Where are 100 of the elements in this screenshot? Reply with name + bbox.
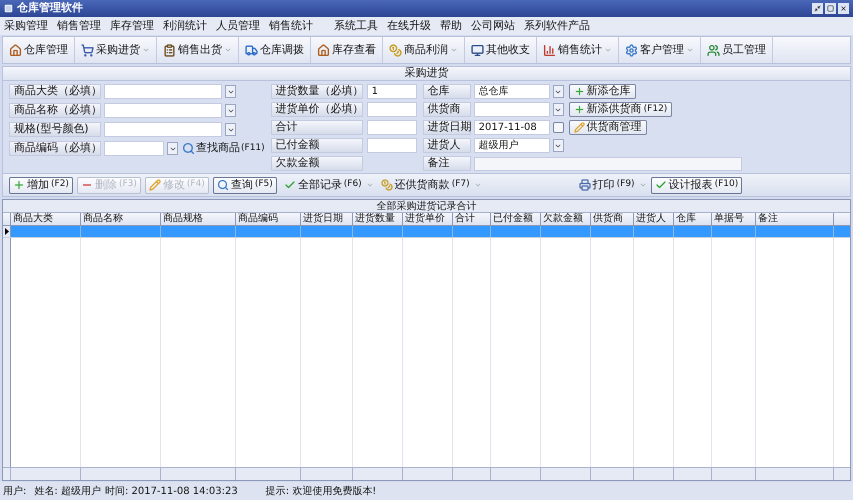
dropdown-caret-icon[interactable]: [450, 46, 458, 54]
text-field[interactable]: [366, 138, 417, 153]
minimize-button[interactable]: [812, 3, 823, 14]
toolbar-button[interactable]: 仓库管理: [9, 39, 68, 61]
field-label: 供货商: [422, 102, 471, 117]
dropdown-caret-icon[interactable]: [686, 46, 694, 54]
status-time: 时间: 2017-11-08 14:03:23: [104, 484, 238, 498]
action-button[interactable]: 全部记录 (F6): [280, 176, 365, 194]
spin-button[interactable]: [225, 104, 236, 117]
toolbar-button[interactable]: 库存查看: [317, 39, 376, 61]
column-header[interactable]: 进货日期: [301, 213, 353, 225]
dropdown-caret-icon[interactable]: [366, 181, 374, 189]
menu-item[interactable]: 帮助: [440, 18, 462, 34]
toolbar-button[interactable]: 员工管理: [707, 39, 766, 61]
field-label: 商品大类（必填）: [9, 84, 101, 99]
toolbar-button[interactable]: 商品利润: [389, 39, 448, 61]
text-field[interactable]: [104, 103, 222, 118]
menu-item[interactable]: 利润统计: [163, 18, 207, 34]
close-icon: [840, 5, 847, 12]
spin-button[interactable]: [167, 142, 178, 155]
action-button[interactable]: 查询 (F5): [212, 176, 277, 194]
side-button[interactable]: 新添供货商 (F12): [568, 102, 672, 117]
remark-field[interactable]: [474, 156, 742, 170]
text-field[interactable]: 超级用户: [474, 138, 550, 153]
dropdown-caret-icon[interactable]: [604, 46, 612, 54]
close-button[interactable]: [838, 3, 849, 14]
bar-chart-icon: [543, 44, 556, 56]
pencil-icon: [148, 179, 161, 191]
menu-item[interactable]: 系列软件产品: [524, 18, 590, 34]
text-field[interactable]: [104, 122, 222, 137]
monitor-icon: [471, 44, 484, 56]
toolbar-button[interactable]: 销售出货: [163, 39, 222, 61]
coins-icon: [389, 44, 402, 56]
action-button[interactable]: 还供货商款 (F7): [378, 176, 473, 194]
action-button[interactable]: 增加 (F2): [9, 176, 73, 194]
column-header[interactable]: 欠款金额: [541, 213, 591, 225]
printer-icon: [578, 179, 591, 191]
menu-item[interactable]: 在线升级: [387, 18, 431, 34]
field-label: 进货单价（必填）: [270, 102, 363, 117]
action-button[interactable]: 打印 (F9): [576, 176, 638, 194]
field-label: 商品编码（必填）: [9, 141, 101, 156]
toolbar-button[interactable]: 其他收支: [471, 39, 530, 61]
menu-item[interactable]: 系统工具: [334, 18, 378, 34]
text-field[interactable]: [366, 102, 417, 117]
dropdown-button[interactable]: [552, 85, 564, 98]
field-label: 仓库: [422, 84, 471, 99]
truck-icon: [245, 44, 258, 56]
side-button[interactable]: 供货商管理: [568, 120, 647, 135]
dropdown-button[interactable]: [552, 103, 564, 116]
column-header[interactable]: 进货人: [634, 213, 674, 225]
text-field[interactable]: 2017-11-08: [474, 120, 550, 135]
text-field[interactable]: [104, 141, 164, 156]
text-field[interactable]: 总仓库: [474, 84, 550, 99]
window-title: 仓库管理软件: [17, 0, 83, 16]
table-row[interactable]: [3, 226, 850, 238]
check-icon: [284, 179, 296, 191]
status-name: 姓名: 超级用户: [34, 484, 101, 498]
maximize-button[interactable]: [825, 3, 836, 14]
field-label: 规格(型号颜色): [9, 122, 101, 137]
column-header[interactable]: 进货单价: [403, 213, 453, 225]
column-header[interactable]: 单据号: [712, 213, 756, 225]
column-header[interactable]: 商品编码: [236, 213, 301, 225]
dropdown-caret-icon[interactable]: [638, 181, 647, 189]
spin-button[interactable]: [225, 123, 236, 136]
spin-button[interactable]: [225, 85, 236, 98]
column-header[interactable]: 已付金额: [491, 213, 541, 225]
text-field[interactable]: [474, 102, 550, 117]
column-header[interactable]: 商品规格: [161, 213, 236, 225]
column-header[interactable]: 商品大类: [11, 213, 81, 225]
toolbar-button[interactable]: 客户管理: [625, 39, 684, 61]
menu-item[interactable]: 销售统计: [269, 18, 313, 34]
dropdown-button[interactable]: [552, 139, 564, 152]
menu-item[interactable]: 采购管理: [4, 18, 48, 34]
find-product-button[interactable]: 查找商品(F11): [182, 140, 265, 157]
toolbar-button[interactable]: 销售统计: [543, 39, 602, 61]
column-header[interactable]: 商品名称: [81, 213, 161, 225]
plus-icon: [574, 86, 585, 97]
toolbar-button[interactable]: 仓库调拨: [245, 39, 304, 61]
field-label: 合计: [270, 120, 363, 135]
text-field[interactable]: [366, 120, 417, 135]
search-icon: [216, 179, 229, 191]
menu-item[interactable]: 库存管理: [110, 18, 154, 34]
menu-item[interactable]: 人员管理: [216, 18, 260, 34]
text-field[interactable]: [104, 84, 222, 99]
menu-item[interactable]: 销售管理: [57, 18, 101, 34]
dropdown-caret-icon[interactable]: [474, 181, 482, 189]
toolbar-button[interactable]: 采购进货: [81, 39, 140, 61]
date-checkbox[interactable]: [552, 122, 564, 133]
column-header[interactable]: 仓库: [674, 213, 712, 225]
action-button[interactable]: 设计报表 (F10): [650, 176, 742, 194]
dropdown-caret-icon[interactable]: [142, 46, 150, 54]
column-header[interactable]: 合计: [453, 213, 491, 225]
maximize-icon: [827, 5, 834, 12]
side-button[interactable]: 新添仓库: [568, 84, 636, 99]
dropdown-caret-icon[interactable]: [224, 46, 232, 54]
column-header[interactable]: 进货数量: [353, 213, 403, 225]
text-field[interactable]: 1: [366, 84, 417, 99]
column-header[interactable]: 备注: [756, 213, 834, 225]
menu-item[interactable]: 公司网站: [471, 18, 515, 34]
column-header[interactable]: 供货商: [591, 213, 634, 225]
